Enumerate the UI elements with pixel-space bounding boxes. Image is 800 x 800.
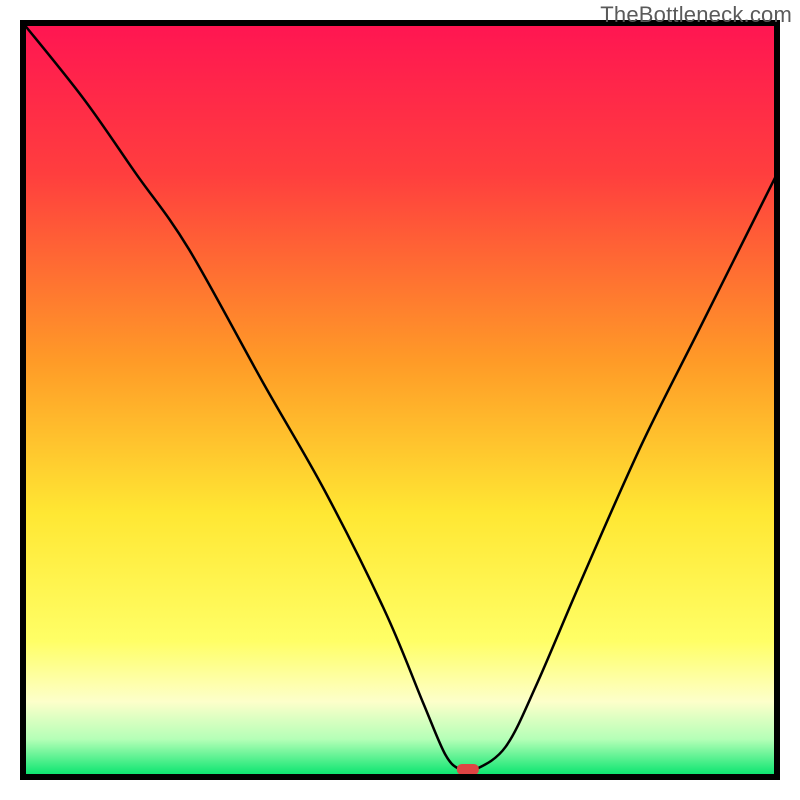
chart-container: TheBottleneck.com xyxy=(0,0,800,800)
bottleneck-chart xyxy=(0,0,800,800)
watermark-text: TheBottleneck.com xyxy=(600,2,792,28)
minimum-marker xyxy=(457,764,479,775)
